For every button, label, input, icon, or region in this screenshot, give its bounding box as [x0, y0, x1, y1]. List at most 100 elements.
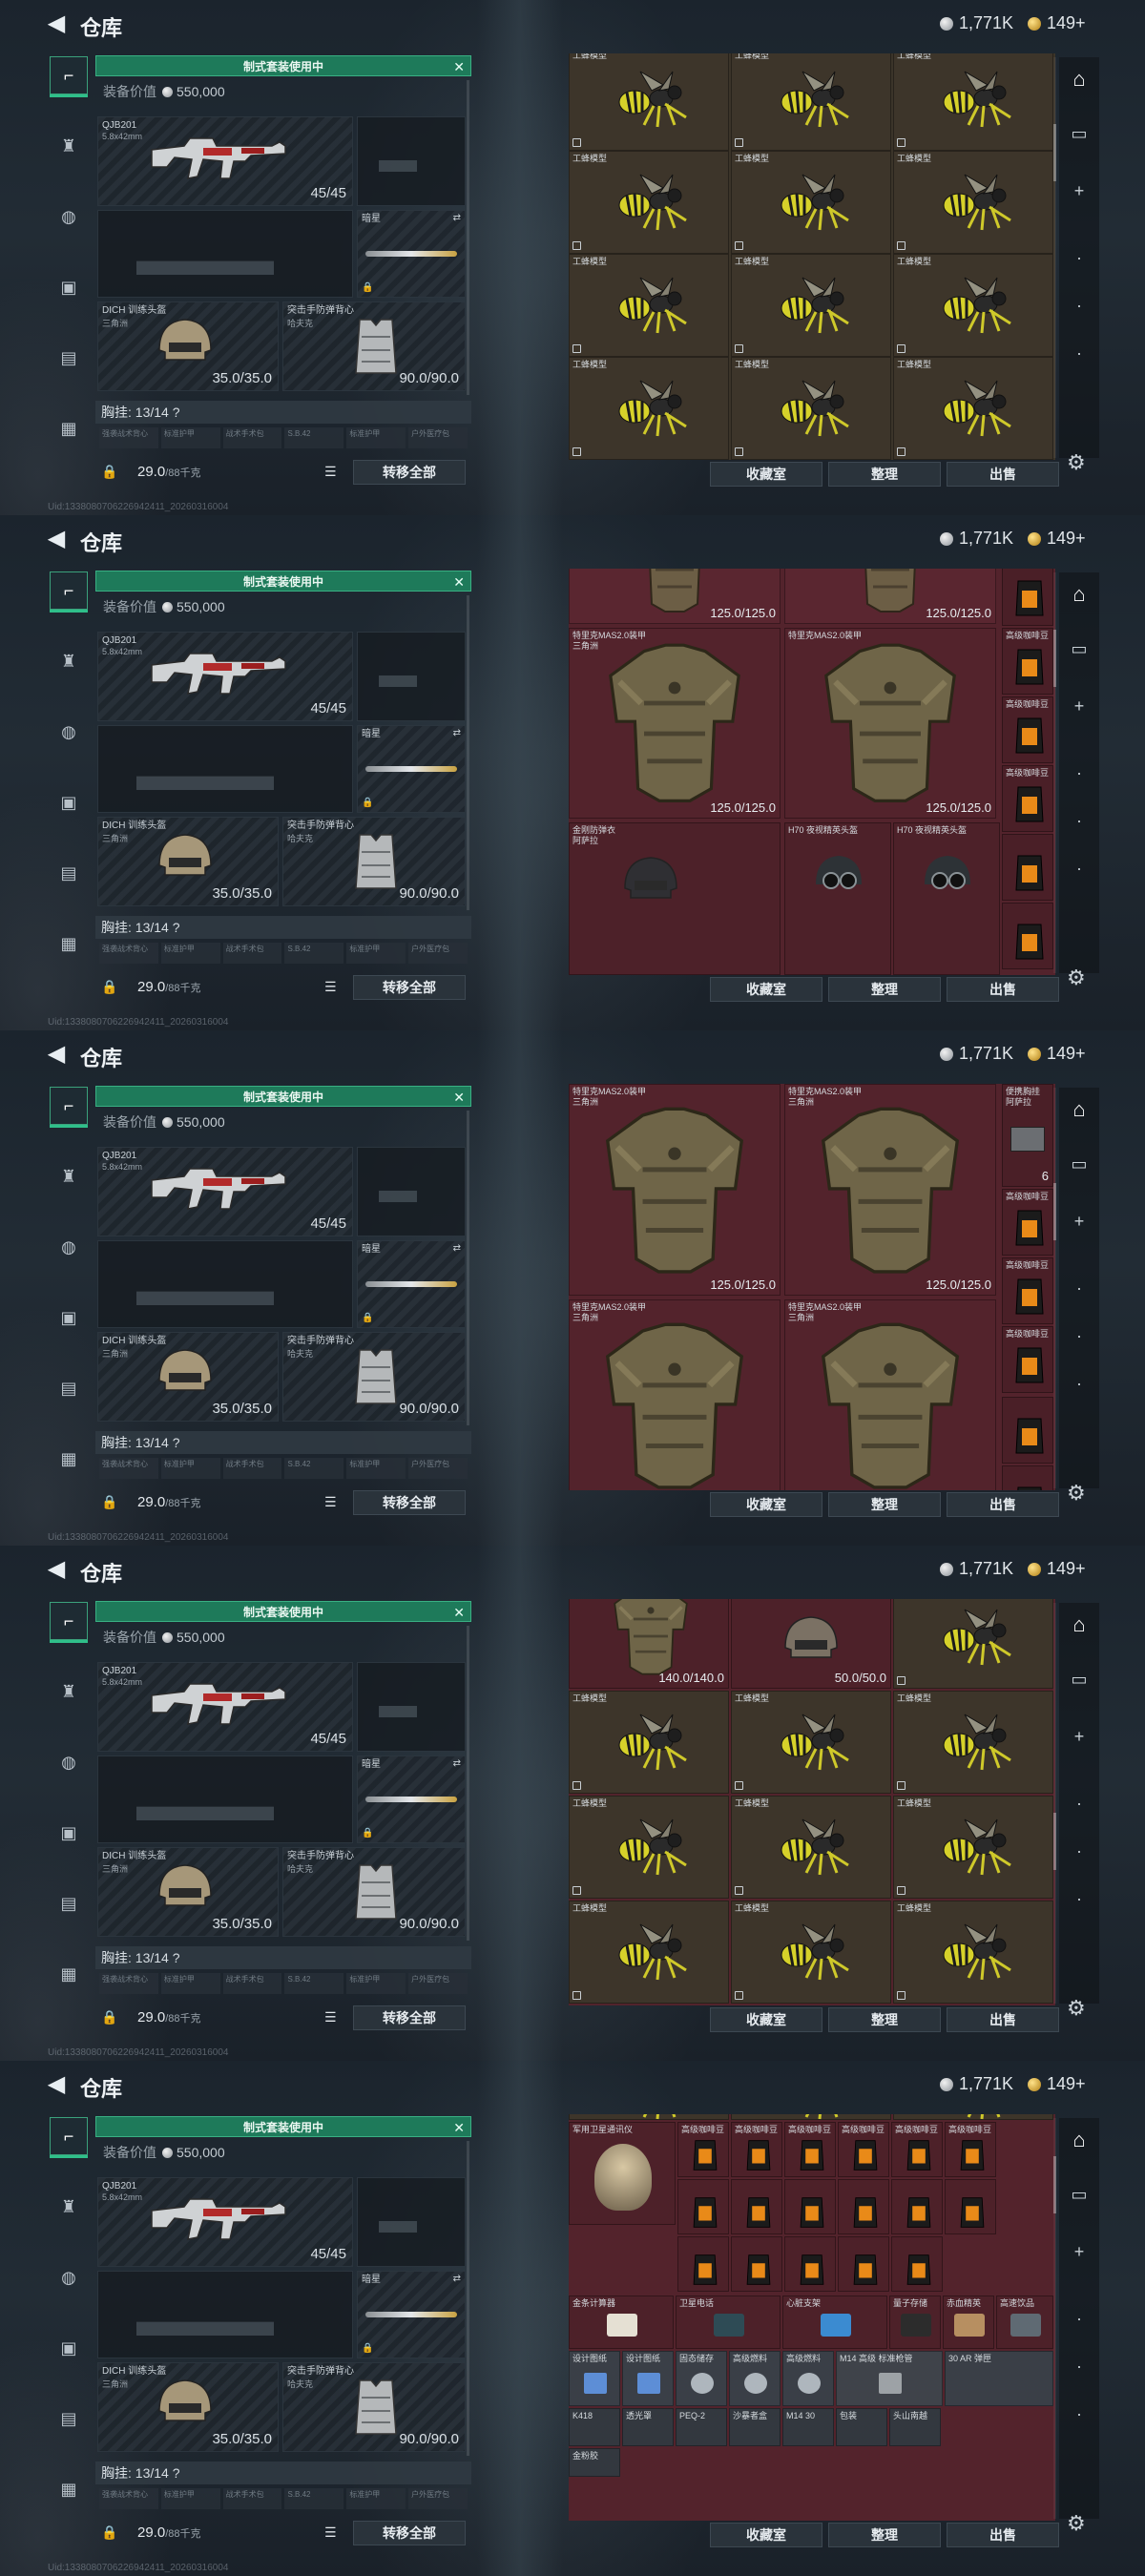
- helmet-slot[interactable]: DICH 训练头盔 三角洲 35.0/35.0: [97, 817, 279, 906]
- rig-slot[interactable]: 标准护甲: [160, 1973, 220, 1994]
- collection-room-button[interactable]: 收藏室: [710, 977, 822, 1002]
- stash-item[interactable]: 金粉胶: [569, 2448, 620, 2477]
- melee-slot[interactable]: 暗星 ⇄ 🔒: [357, 1755, 466, 1843]
- sell-button[interactable]: 出售: [947, 1492, 1059, 1517]
- loadout-tab-icon[interactable]: ♜: [50, 1157, 88, 1195]
- medkit-tab-icon[interactable]: ▤: [50, 339, 88, 377]
- rig-slot[interactable]: 户外医疗包: [408, 1458, 468, 1479]
- stash-item-armor[interactable]: 特里克MAS2.0装甲 三角洲 125.0/125.0: [569, 628, 781, 819]
- lock-icon[interactable]: 🔒: [101, 2009, 117, 2025]
- stash-item-magazine[interactable]: 30 AR 弹匣: [945, 2351, 1053, 2406]
- sort-button[interactable]: 整理: [828, 2007, 941, 2032]
- rig-slot[interactable]: 强袭战术背心: [99, 427, 158, 448]
- stash-scroll-thumb[interactable]: [1053, 630, 1056, 687]
- stash-item[interactable]: 心脏支架: [782, 2296, 887, 2349]
- pistol-slot[interactable]: ▬: [357, 632, 466, 721]
- dot-3-icon[interactable]: ·: [1059, 343, 1099, 364]
- chest-rig-row[interactable]: 胸挂: 13/14 ?: [95, 401, 471, 424]
- stash-item[interactable]: 包装: [836, 2408, 887, 2446]
- stash-tab-icon[interactable]: ▭: [1059, 1154, 1099, 1174]
- weapon-tab-icon[interactable]: ⌐: [50, 2117, 88, 2158]
- stash-item-drone-model[interactable]: 工蜂模型: [569, 357, 729, 460]
- transfer-all-button[interactable]: 转移全部: [353, 460, 466, 485]
- backpack-tab-icon[interactable]: ◍: [50, 1228, 88, 1266]
- stash-scroll-thumb[interactable]: [1053, 1183, 1056, 1240]
- close-icon[interactable]: ✕: [453, 1087, 465, 1108]
- dot-1-icon[interactable]: ·: [1059, 2309, 1099, 2329]
- stash-item[interactable]: 沙暴者盒: [729, 2408, 781, 2446]
- equipment-scrollbar[interactable]: [467, 80, 469, 395]
- equipment-scrollbar[interactable]: [467, 1111, 469, 1425]
- stash-item-armor[interactable]: 140.0/140.0: [569, 1599, 729, 1689]
- stash-item[interactable]: 设计图纸: [569, 2351, 620, 2406]
- briefcase-tab-icon[interactable]: ▣: [50, 268, 88, 306]
- stash-item-coffee[interactable]: 高级咖啡豆: [1002, 765, 1053, 832]
- helmet-slot[interactable]: DICH 训练头盔 三角洲 35.0/35.0: [97, 1847, 279, 1937]
- transfer-all-button[interactable]: 转移全部: [353, 2005, 466, 2030]
- pistol-slot[interactable]: ▬: [357, 2177, 466, 2267]
- stash-item[interactable]: H70 夜视精英头盔: [784, 822, 891, 975]
- stash-home-icon[interactable]: ⌂: [1059, 2128, 1099, 2152]
- stash-item-coffee[interactable]: 高级咖啡豆: [677, 2122, 729, 2177]
- stash-item-armor[interactable]: 特里克MAS2.0装甲 三角洲: [784, 1299, 996, 1490]
- sort-button[interactable]: 整理: [828, 462, 941, 487]
- stash-item-coffee[interactable]: 高级咖啡豆: [784, 2122, 836, 2177]
- stash-tab-icon[interactable]: ▭: [1059, 2185, 1099, 2205]
- stash-scroll-thumb[interactable]: [1053, 2156, 1056, 2213]
- secondary-weapon-slot[interactable]: ▬▬▬: [97, 210, 353, 298]
- stash-item[interactable]: 头山南越: [889, 2408, 941, 2446]
- pistol-slot[interactable]: ▬: [357, 1147, 466, 1236]
- stash-item-coffee[interactable]: 高级咖啡豆: [838, 2122, 889, 2177]
- medkit-tab-icon[interactable]: ▤: [50, 854, 88, 892]
- stash-home-icon[interactable]: ⌂: [1059, 582, 1099, 607]
- transfer-all-button[interactable]: 转移全部: [353, 2521, 466, 2545]
- gear-icon[interactable]: ⚙: [1067, 450, 1086, 475]
- lock-icon[interactable]: 🔒: [101, 2524, 117, 2541]
- primary-weapon-slot[interactable]: QJB201 5.8x42mm 45/45: [97, 1662, 353, 1752]
- collection-room-button[interactable]: 收藏室: [710, 462, 822, 487]
- stash-item-coffee[interactable]: [1002, 834, 1053, 901]
- gear-icon[interactable]: ⚙: [1067, 1481, 1086, 1506]
- stash-item[interactable]: M14 高级 标准枪管: [836, 2351, 943, 2406]
- melee-slot[interactable]: 暗星 ⇄ 🔒: [357, 725, 466, 813]
- helmet-slot[interactable]: DICH 训练头盔 三角洲 35.0/35.0: [97, 2362, 279, 2452]
- chest-rig-row[interactable]: 胸挂: 13/14 ?: [95, 916, 471, 939]
- medkit-tab-icon[interactable]: ▤: [50, 1369, 88, 1407]
- stash-item-coffee[interactable]: 高级咖啡豆: [891, 2122, 943, 2177]
- stash-item-drone-model[interactable]: [893, 2114, 1053, 2120]
- rig-slot[interactable]: 强袭战术背心: [99, 943, 158, 964]
- stash-item-helmet[interactable]: 50.0/50.0: [731, 1599, 891, 1689]
- stash-item-drone-model[interactable]: 工蜂模型: [731, 1901, 891, 2004]
- swap-icon[interactable]: ⇄: [453, 2274, 461, 2284]
- chest-rig-row[interactable]: 胸挂: 13/14 ?: [95, 1946, 471, 1969]
- primary-weapon-slot[interactable]: QJB201 5.8x42mm 45/45: [97, 2177, 353, 2267]
- equipment-scrollbar[interactable]: [467, 595, 469, 910]
- stash-item[interactable]: 高速饮品: [996, 2296, 1053, 2349]
- stash-item-drone-model[interactable]: 工蜂模型: [893, 151, 1053, 254]
- loadout-tab-icon[interactable]: ♜: [50, 642, 88, 680]
- rig-slot[interactable]: 强袭战术背心: [99, 1458, 158, 1479]
- back-arrow-icon[interactable]: ◀: [42, 527, 71, 551]
- rig-slot[interactable]: 强袭战术背心: [99, 2488, 158, 2509]
- close-icon[interactable]: ✕: [453, 571, 465, 592]
- stash-item-armor[interactable]: 特里克MAS2.0装甲 125.0/125.0: [784, 628, 996, 819]
- stash-item-armor[interactable]: 特里克MAS2.0装甲 三角洲: [569, 1299, 781, 1490]
- stash-tab-icon[interactable]: ▭: [1059, 124, 1099, 144]
- gold-currency[interactable]: 149+: [1028, 2074, 1086, 2094]
- stash-item-drone-model[interactable]: 工蜂模型: [569, 53, 729, 151]
- swap-icon[interactable]: ⇄: [453, 213, 461, 223]
- stash-item-coffee[interactable]: [677, 2236, 729, 2292]
- stash-scrollbar[interactable]: [1053, 572, 1056, 973]
- list-icon[interactable]: ☰: [324, 1494, 337, 1510]
- stash-item-coffee[interactable]: 高级咖啡豆: [1002, 628, 1053, 695]
- rig-slot[interactable]: 战术手术包: [222, 2488, 282, 2509]
- stash-item[interactable]: PEQ-2: [676, 2408, 727, 2446]
- stash-item-coffee[interactable]: [1002, 903, 1053, 969]
- swap-icon[interactable]: ⇄: [453, 728, 461, 738]
- rig-slot[interactable]: 标准护甲: [346, 1458, 406, 1479]
- swap-icon[interactable]: ⇄: [453, 1243, 461, 1254]
- helmet-slot[interactable]: DICH 训练头盔 三角洲 35.0/35.0: [97, 301, 279, 391]
- body-armor-slot[interactable]: 突击手防弹背心 哈夫克 90.0/90.0: [282, 1847, 466, 1937]
- dot-2-icon[interactable]: ·: [1059, 811, 1099, 831]
- back-arrow-icon[interactable]: ◀: [42, 2072, 71, 2097]
